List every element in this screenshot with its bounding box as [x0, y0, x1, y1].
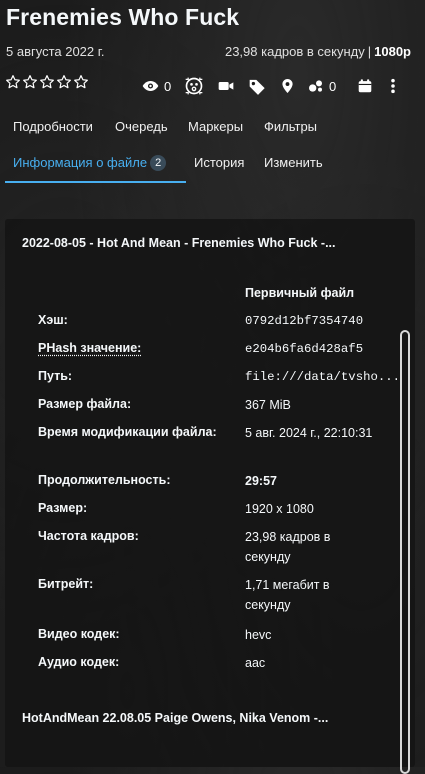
file-size-value: 367 MiB	[245, 398, 291, 412]
duration-value: 29:57	[245, 474, 277, 488]
tag-icon	[249, 79, 265, 95]
tab-file-info-label: Информация о файле	[13, 155, 148, 170]
eye-icon	[142, 81, 159, 91]
dimensions-label: Размер:	[38, 501, 88, 515]
scene-date: 5 августа 2022 г.	[6, 44, 105, 59]
star-icon[interactable]	[56, 74, 72, 90]
file-info-card: 2022-08-05 - Hot And Mean - Frenemies Wh…	[5, 219, 415, 774]
audio-codec-label: Аудио кодек:	[38, 655, 120, 669]
view-count-button[interactable]: 0	[142, 75, 171, 97]
scene-title: Frenemies Who Fuck	[6, 4, 240, 30]
video-codec-value: hevc	[245, 628, 272, 642]
o-count-button[interactable]: 0	[308, 75, 336, 97]
file-count-badge: 2	[150, 155, 167, 171]
tab-markers[interactable]: Маркеры	[188, 119, 243, 144]
tab-filters[interactable]: Фильтры	[264, 119, 317, 144]
audio-codec-value: aac	[245, 656, 266, 670]
face-icon	[185, 77, 203, 95]
tags-button[interactable]	[248, 75, 268, 97]
o-counter-button[interactable]	[184, 75, 204, 97]
star-icon[interactable]	[5, 74, 21, 90]
bitrate-value: 1,71 мегабит в секунду	[245, 578, 330, 612]
phash-value: e204b6fa6d428af5	[245, 342, 364, 356]
gallery-button[interactable]	[358, 75, 372, 97]
droplets-icon	[309, 80, 322, 92]
bitrate-label: Битрейт:	[38, 577, 94, 591]
mod-time-label: Время модификации файла:	[38, 425, 217, 439]
more-options-button[interactable]	[390, 75, 396, 97]
hash-label: Хэш:	[38, 313, 68, 327]
path-value[interactable]: file:///data/tvsho...	[245, 367, 400, 387]
tab-details[interactable]: Подробности	[13, 119, 93, 144]
duration-label: Продолжительность:	[38, 473, 171, 487]
hash-value: 0792d12bf7354740	[245, 314, 364, 328]
view-count: 0	[164, 78, 172, 94]
star-icon[interactable]	[73, 74, 89, 90]
separator: |	[367, 44, 372, 59]
file-size-label: Размер файла:	[38, 397, 132, 411]
tab-edit[interactable]: Изменить	[264, 155, 323, 180]
primary-file-header: Первичный файл	[245, 286, 355, 300]
star-icon[interactable]	[22, 74, 38, 90]
frame-rate-value: 23,98 кадров в секунду	[245, 530, 331, 564]
dimensions-value: 1920 x 1080	[245, 502, 314, 516]
second-file-heading[interactable]: HotAndMean 22.08.05 Paige Owens, Nika Ve…	[22, 711, 328, 725]
map-pin-icon	[282, 79, 293, 93]
file-name-heading[interactable]: 2022-08-05 - Hot And Mean - Frenemies Wh…	[22, 236, 336, 250]
calendar-icon	[358, 79, 372, 93]
o-count: 0	[329, 78, 337, 94]
frame-rate-label: Частота кадров:	[38, 529, 139, 543]
path-label: Путь:	[38, 369, 73, 383]
star-icon[interactable]	[39, 74, 55, 90]
markers-button[interactable]	[282, 75, 293, 97]
video-camera-icon	[218, 82, 234, 90]
tab-history[interactable]: История	[194, 155, 244, 180]
phash-label[interactable]: PHash значение:	[38, 341, 141, 355]
scene-toolbar: 0 0	[140, 75, 419, 97]
active-tab-indicator	[5, 181, 186, 183]
vertical-ellipsis-icon	[391, 78, 395, 94]
video-codec-label: Видео кодек:	[38, 627, 120, 641]
video-button[interactable]	[218, 75, 234, 97]
scene-framerate-resolution: 23,98 кадров в секунду | 1080p	[225, 44, 411, 59]
resolution-text: 1080p	[374, 44, 411, 59]
rating-stars[interactable]	[5, 74, 89, 90]
framerate-text: 23,98 кадров в секунду	[224, 44, 365, 59]
scrollbar-thumb[interactable]	[400, 330, 410, 774]
tab-file-info[interactable]: Информация о файле 2	[13, 155, 167, 181]
tab-queue[interactable]: Очередь	[115, 119, 168, 144]
mod-time-value: 5 авг. 2024 г., 22:10:31	[245, 426, 373, 440]
